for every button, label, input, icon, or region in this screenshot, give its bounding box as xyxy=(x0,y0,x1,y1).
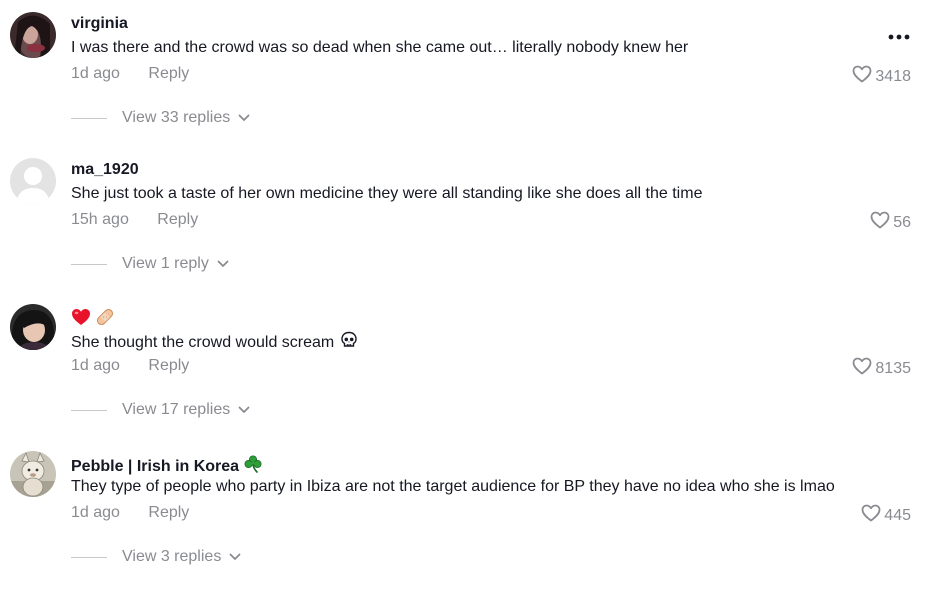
heart-outline-icon xyxy=(852,357,872,380)
comment-text: She just took a taste of her own medicin… xyxy=(71,185,702,203)
username[interactable]: virginia xyxy=(71,15,128,33)
comment-meta: 15h ago Reply xyxy=(71,211,198,229)
like-count: 8135 xyxy=(875,359,911,377)
view-replies-button[interactable]: View 33 replies xyxy=(71,109,250,127)
heart-outline-icon xyxy=(861,504,881,527)
comment-item: Pebble | Irish in Korea They type of peo… xyxy=(0,451,925,597)
like-count: 3418 xyxy=(875,67,911,85)
like-count: 445 xyxy=(884,506,911,524)
view-replies-label: View 1 reply xyxy=(122,255,209,272)
view-replies-button[interactable]: View 1 reply xyxy=(71,255,229,273)
comment-meta: 1d ago Reply xyxy=(71,504,189,522)
divider-line xyxy=(71,117,107,119)
skull-icon xyxy=(340,331,358,354)
divider-line xyxy=(71,409,107,411)
timestamp: 15h ago xyxy=(71,211,129,228)
avatar[interactable] xyxy=(10,12,56,58)
like-button[interactable]: 3418 xyxy=(852,65,911,88)
comment-text-content: She thought the crowd would scream xyxy=(71,333,335,351)
like-count: 56 xyxy=(893,213,911,231)
comment-text: I was there and the crowd was so dead wh… xyxy=(71,39,688,57)
view-replies-label: View 33 replies xyxy=(122,109,231,126)
divider-line xyxy=(71,556,107,558)
reply-button[interactable]: Reply xyxy=(157,211,198,229)
chevron-down-icon xyxy=(238,109,250,127)
comment-meta: 1d ago Reply xyxy=(71,65,189,83)
view-replies-button[interactable]: View 3 replies xyxy=(71,548,241,566)
avatar[interactable] xyxy=(10,158,56,204)
reply-button[interactable]: Reply xyxy=(148,357,189,375)
comment-text-content: She just took a taste of her own medicin… xyxy=(71,185,703,202)
red-heart-icon xyxy=(71,308,91,331)
username-text: virginia xyxy=(71,15,128,32)
timestamp: 1d ago xyxy=(71,357,120,374)
chevron-down-icon xyxy=(238,401,250,419)
username-text: Pebble | Irish in Korea xyxy=(71,457,240,475)
heart-outline-icon xyxy=(852,65,872,88)
view-replies-button[interactable]: View 17 replies xyxy=(71,401,250,419)
bandage-icon xyxy=(95,307,115,332)
reply-button[interactable]: Reply xyxy=(148,65,189,83)
username[interactable]: Pebble | Irish in Korea xyxy=(71,454,263,479)
username[interactable] xyxy=(71,307,119,332)
comment-meta: 1d ago Reply xyxy=(71,357,189,375)
comment-item: She thought the crowd would scream 1d ag… xyxy=(0,304,925,450)
comment-item: ma_1920 She just took a taste of her own… xyxy=(0,158,925,304)
chevron-down-icon xyxy=(229,548,241,566)
timestamp: 1d ago xyxy=(71,65,120,82)
comment-text: They type of people who party in Ibiza a… xyxy=(71,478,835,496)
avatar[interactable] xyxy=(10,451,56,497)
comment-text-content: They type of people who party in Ibiza a… xyxy=(71,478,835,495)
comment-text: She thought the crowd would scream xyxy=(71,331,358,354)
divider-line xyxy=(71,263,107,265)
like-button[interactable]: 8135 xyxy=(852,357,911,380)
timestamp: 1d ago xyxy=(71,504,120,521)
like-button[interactable]: 445 xyxy=(861,504,911,527)
comment-item: virginia I was there and the crowd was s… xyxy=(0,12,925,158)
chevron-down-icon xyxy=(217,255,229,273)
heart-outline-icon xyxy=(870,211,890,234)
username[interactable]: ma_1920 xyxy=(71,161,139,179)
more-options-icon[interactable] xyxy=(887,28,911,40)
shamrock-icon xyxy=(243,454,263,479)
view-replies-label: View 3 replies xyxy=(122,548,222,565)
reply-button[interactable]: Reply xyxy=(148,504,189,522)
view-replies-label: View 17 replies xyxy=(122,401,231,418)
username-text: ma_1920 xyxy=(71,161,139,178)
avatar[interactable] xyxy=(10,304,56,350)
like-button[interactable]: 56 xyxy=(870,211,911,234)
comment-text-content: I was there and the crowd was so dead wh… xyxy=(71,39,689,56)
